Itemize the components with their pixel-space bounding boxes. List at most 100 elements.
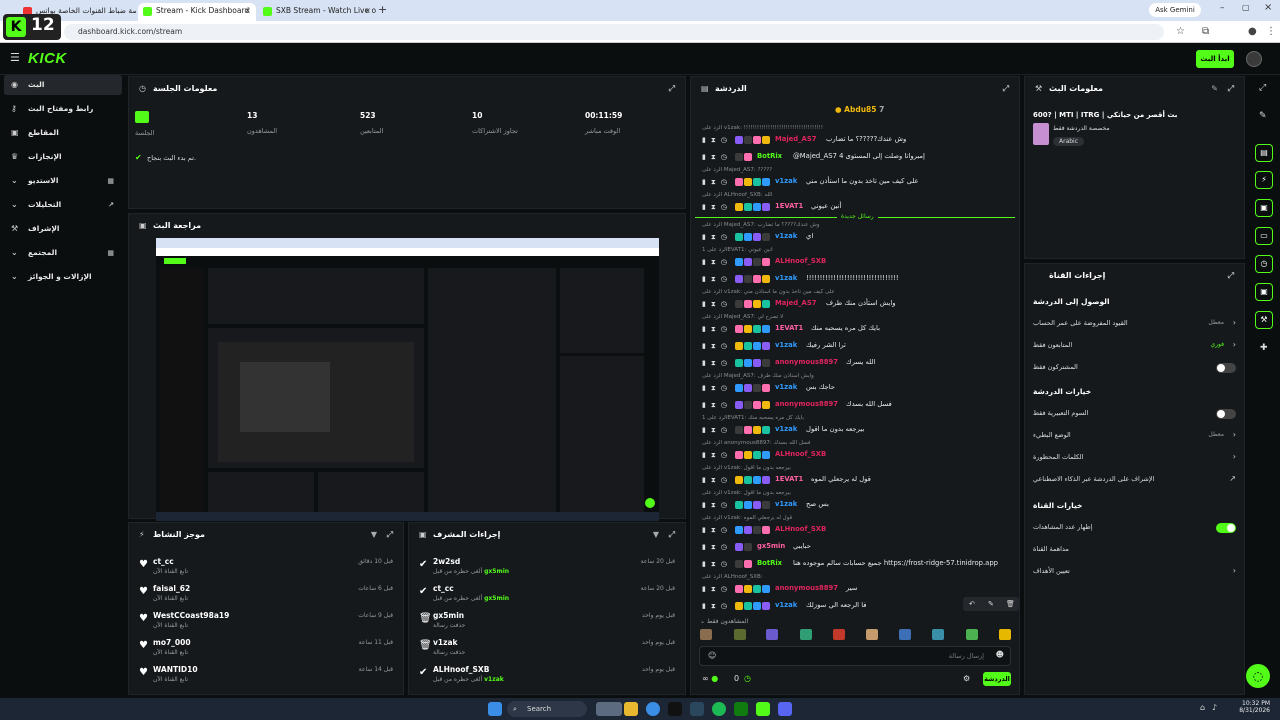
mod-quick-actions-icon[interactable]: ▮⧗◷ [702,178,732,187]
sidebar-item-rewards[interactable]: ⌄ الإزالات و الجوائز [4,267,122,287]
browser-tab-2[interactable]: Stream - Kick Dashboard × [138,3,256,21]
mod-quick-actions-icon[interactable]: ▮⧗◷ [702,384,732,393]
setting-raid-channel[interactable]: مداهمة القناة [1033,541,1236,559]
setting-ai-moderation[interactable]: الإشراف على الدردشة عبر الذكاء الاصطناعي… [1033,471,1236,489]
chat-message[interactable]: ▮⧗◷ ALHnoof_SXB [702,523,1017,539]
sidebar-item-stream[interactable]: ◉ البث [4,75,122,95]
setting-banned-words[interactable]: الكلمات المحظورة › [1033,449,1236,467]
mod-quick-actions-icon[interactable]: ▮⧗◷ [702,359,732,368]
setting-subscribers-only[interactable]: المشتركون فقط [1033,359,1236,377]
chat-message[interactable]: ▮⧗◷ v1zak ترا الشر رفيك [702,339,1017,355]
taskbar-search[interactable]: ⌕ Search [507,701,587,717]
stream-preview-video[interactable] [156,238,659,521]
mod-quick-actions-icon[interactable]: ▮⧗◷ [702,426,732,435]
steam-icon[interactable] [690,702,704,716]
mod-target-user[interactable]: ct_cc [433,584,454,593]
chat-username[interactable]: v1zak [775,500,797,508]
emote-icon[interactable] [932,629,944,640]
kick-app-icon[interactable] [756,702,770,716]
mod-actor[interactable]: gx5min [484,568,509,575]
filter-icon[interactable]: ▼ [653,523,659,547]
reply-icon[interactable]: ↶ [969,597,975,611]
rail-session-button[interactable]: ◷ [1255,255,1273,273]
user-avatar[interactable] [1246,51,1262,67]
chat-send-button[interactable]: الدردشة [983,672,1011,686]
close-window-icon[interactable]: × [1264,2,1272,13]
collapse-icon[interactable]: ⤢ [1259,83,1266,93]
profile-avatar-icon[interactable]: ● [1248,21,1257,43]
close-tab-icon[interactable]: × [244,3,251,19]
activity-user[interactable]: faisal_62 [153,584,190,593]
chat-username[interactable]: v1zak [775,601,797,609]
chat-settings-icon[interactable]: ⚙ [963,674,970,683]
sidebar-item-clips[interactable]: ▣ المقاطع [4,123,122,143]
mod-quick-actions-icon[interactable]: ▮⧗◷ [702,602,732,611]
filter-icon[interactable]: ▼ [371,523,377,547]
viewer-count-toggle[interactable] [1216,523,1236,533]
sidebar-item-achievements[interactable]: ♛ الإنجازات [4,147,122,167]
kick-logo[interactable]: KICK [28,50,67,67]
extensions-icon[interactable]: ⧉ [1202,21,1209,43]
activity-user[interactable]: mo7_000 [153,638,191,647]
expand-icon[interactable]: ⤢ [387,523,393,547]
rail-stream-info-button[interactable]: ⚒ [1255,311,1273,329]
emote-icon[interactable] [966,629,978,640]
maximize-icon[interactable]: ▢ [1242,3,1250,12]
browser-tab-3[interactable]: SXB Stream - Watch Live on Kick × [258,3,376,21]
file-explorer-icon[interactable] [624,702,638,716]
chrome-icon[interactable] [646,702,660,716]
url-input[interactable]: dashboard.kick.com/stream [64,24,1164,40]
chat-message[interactable]: ▮⧗◷ v1zak على كيف مين تاخذ بدون ما استأذن … [702,175,1017,191]
setting-followers-only[interactable]: المتابعون فقط فوري › [1033,337,1236,355]
chat-username[interactable]: BotRix [757,559,782,567]
chat-username[interactable]: ALHnoof_SXB [775,525,826,533]
rail-preview-button[interactable]: ▣ [1255,199,1273,217]
chat-message[interactable]: ▮⧗◷ anonymous8897 الله يسرك [702,356,1017,372]
chat-message[interactable]: ▮⧗◷ v1zak حاجك بس [702,381,1017,397]
rail-activity-button[interactable]: ⚡ [1255,171,1273,189]
activity-user[interactable]: WestCCoast98a19 [153,611,229,620]
chat-username[interactable]: 1EVAT1 [775,475,803,483]
emote-only-toggle[interactable] [1216,409,1236,419]
chat-message[interactable]: ▮⧗◷ v1zak اي [702,230,1017,246]
chat-username[interactable]: v1zak [775,383,797,391]
mod-quick-actions-icon[interactable]: ▮⧗◷ [702,233,732,242]
activity-user[interactable]: ct_cc [153,557,174,566]
rail-channel-button[interactable]: ▣ [1255,283,1273,301]
mod-quick-actions-icon[interactable]: ▮⧗◷ [702,476,732,485]
pin-icon[interactable]: ✎ [988,597,994,611]
mod-quick-actions-icon[interactable]: ▮⧗◷ [702,325,732,334]
chat-message[interactable]: ▮⧗◷ v1zak بس صح [702,498,1017,514]
mod-quick-actions-icon[interactable]: ▮⧗◷ [702,258,732,267]
expand-icon[interactable]: ⤢ [669,523,675,547]
chat-username[interactable]: v1zak [775,274,797,282]
rail-mod-button[interactable]: ▭ [1255,227,1273,245]
chat-username[interactable]: BotRix [757,152,782,160]
terminal-icon[interactable] [668,702,682,716]
chat-input[interactable]: ☺ إرسال رسالة ☻ [699,646,1011,666]
chat-username[interactable]: 1EVAT1 [775,324,803,332]
help-button[interactable]: ◌ [1246,664,1270,688]
chat-username[interactable]: v1zak [775,177,797,185]
sidebar-item-moderation[interactable]: ⚒ الإشراف [4,219,122,239]
expand-icon[interactable]: ⤢ [1228,264,1234,288]
discord-icon[interactable] [778,702,792,716]
delete-icon[interactable]: 🗑 [1006,597,1015,611]
chat-username[interactable]: 1EVAT1 [775,202,803,210]
expand-icon[interactable]: ⤢ [1228,77,1234,101]
chat-message[interactable]: ▮⧗◷ 1EVAT1 أنين عيوني [702,200,1017,216]
setting-account-age[interactable]: القيود المفروضة على عمر الحساب معطل › [1033,315,1236,333]
setting-show-viewer-count[interactable]: إظهار عدد المشاهدات [1033,519,1236,537]
emote-icon[interactable] [734,629,746,640]
edit-icon[interactable]: ✎ [1211,77,1218,101]
chat-message[interactable]: ▮⧗◷ ALHnoof_SXB [702,448,1017,464]
mod-target-user[interactable]: gx5min [433,611,464,620]
sidebar-item-analytics[interactable]: ⌄ التحليلات ↗ [4,195,122,215]
sidebar-item-stream-key[interactable]: ⚷ رابط ومفتاح البث [4,99,122,119]
xbox-icon[interactable] [734,702,748,716]
mod-quick-actions-icon[interactable]: ▮⧗◷ [702,560,732,569]
chat-username[interactable]: v1zak [775,341,797,349]
volume-icon[interactable]: ♪ [1212,703,1217,712]
hamburger-menu-icon[interactable]: ☰ [10,51,20,64]
sidebar-item-studio[interactable]: ⌄ الاستديو ▦ [4,171,122,191]
